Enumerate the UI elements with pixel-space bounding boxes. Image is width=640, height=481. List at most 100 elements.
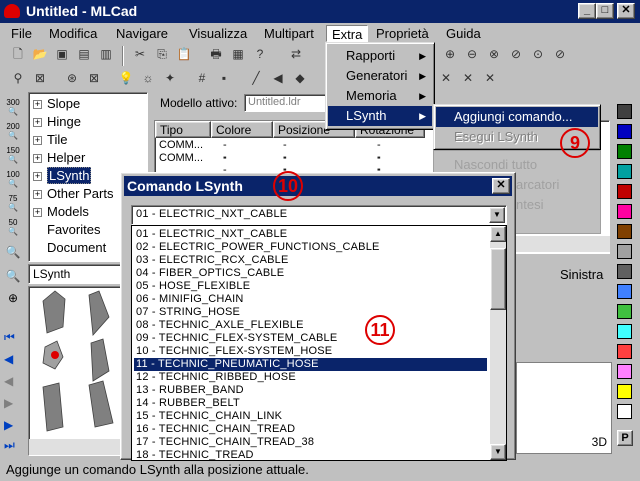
menu-item-aggiungi-comando[interactable]: Aggiungi comando... bbox=[436, 107, 598, 127]
color-swatch[interactable] bbox=[617, 344, 632, 359]
menu-visualizza[interactable]: Visualizza bbox=[184, 25, 252, 42]
brick-icon[interactable]: ▪ bbox=[214, 68, 234, 88]
save-icon[interactable]: ▣ bbox=[52, 44, 72, 64]
delete-icon[interactable]: ⊠ bbox=[30, 68, 50, 88]
flip-icon[interactable]: ⊙ bbox=[528, 44, 548, 64]
expand-icon[interactable]: + bbox=[33, 208, 42, 218]
menu-item-lsynth[interactable]: LSynth ▶ bbox=[328, 106, 432, 126]
color-swatch[interactable] bbox=[617, 364, 632, 379]
expand-icon[interactable]: + bbox=[33, 136, 42, 146]
snap-z-icon[interactable]: ✕ bbox=[480, 68, 500, 88]
first-step-icon[interactable]: ⏮ bbox=[4, 330, 15, 345]
cable-option[interactable]: 07 - STRING_HOSE bbox=[134, 306, 487, 319]
zoom-out-icon[interactable]: 🔍 bbox=[3, 270, 23, 292]
menu-item-memoria[interactable]: Memoria ▶ bbox=[328, 86, 432, 106]
scroll-up-icon[interactable]: ▲ bbox=[490, 226, 506, 242]
next-disabled-icon[interactable]: ▶ bbox=[4, 396, 13, 410]
copy-icon[interactable]: ⎘ bbox=[152, 44, 172, 64]
scroll-down-icon[interactable]: ▼ bbox=[490, 444, 506, 460]
viewport-3d[interactable]: 3D bbox=[516, 362, 612, 454]
tree-item-hinge[interactable]: + Hinge bbox=[33, 114, 81, 129]
zoom-150-button[interactable]: 150 🔍 bbox=[3, 146, 23, 166]
show-icon[interactable]: ⊠ bbox=[84, 68, 104, 88]
menu-item-generatori[interactable]: Generatori ▶ bbox=[328, 66, 432, 86]
mirror-icon[interactable]: ⊘ bbox=[506, 44, 526, 64]
magic-icon[interactable]: ✦ bbox=[160, 68, 180, 88]
close-button[interactable]: ✕ bbox=[617, 3, 635, 19]
menu-proprieta[interactable]: Proprietà bbox=[371, 25, 434, 42]
cable-option[interactable]: 10 - TECHNIC_FLEX-SYSTEM_HOSE bbox=[134, 345, 487, 358]
color-swatch[interactable] bbox=[617, 244, 632, 259]
color-swatch[interactable] bbox=[617, 404, 632, 419]
color-swatch[interactable] bbox=[617, 104, 632, 119]
expand-icon[interactable]: + bbox=[33, 190, 42, 200]
minimize-button[interactable]: _ bbox=[578, 3, 596, 19]
cable-option[interactable]: 14 - RUBBER_BELT bbox=[134, 397, 487, 410]
preview-horizontal-scrollbar[interactable] bbox=[29, 439, 123, 455]
menu-modifica[interactable]: Modifica bbox=[44, 25, 102, 42]
menu-multipart[interactable]: Multipart bbox=[259, 25, 319, 42]
zoom-200-button[interactable]: 200 🔍 bbox=[3, 122, 23, 142]
snap-y-icon[interactable]: ✕ bbox=[458, 68, 478, 88]
menu-item-rapporti[interactable]: Rapporti ▶ bbox=[328, 46, 432, 66]
cable-option[interactable]: 01 - ELECTRIC_NXT_CABLE bbox=[134, 228, 487, 241]
cable-type-combo[interactable]: 01 - ELECTRIC_NXT_CABLE ▼ bbox=[131, 205, 507, 225]
cable-option[interactable]: 12 - TECHNIC_RIBBED_HOSE bbox=[134, 371, 487, 384]
rotate-x-icon[interactable]: ⊕ bbox=[440, 44, 460, 64]
quad-icon[interactable]: ◆ bbox=[290, 68, 310, 88]
maximize-button[interactable]: □ bbox=[596, 3, 614, 19]
save-all-icon[interactable]: ▥ bbox=[96, 44, 116, 64]
expand-icon[interactable]: + bbox=[33, 100, 42, 110]
color-swatch[interactable] bbox=[617, 224, 632, 239]
undo-icon[interactable]: ⇄ bbox=[286, 44, 306, 64]
cable-option[interactable]: 06 - MINIFIG_CHAIN bbox=[134, 293, 487, 306]
cut-icon[interactable]: ✂ bbox=[130, 44, 150, 64]
rotate-y-icon[interactable]: ⊖ bbox=[462, 44, 482, 64]
cable-option[interactable]: 17 - TECHNIC_CHAIN_TREAD_38 bbox=[134, 436, 487, 449]
parts-preview-panel[interactable] bbox=[28, 286, 126, 456]
preview-category-combo[interactable]: LSynth bbox=[28, 264, 126, 284]
line-icon[interactable]: ╱ bbox=[246, 68, 266, 88]
color-swatch[interactable] bbox=[617, 184, 632, 199]
expand-icon[interactable]: + bbox=[33, 118, 42, 128]
color-swatch[interactable] bbox=[617, 304, 632, 319]
tree-item-tile[interactable]: + Tile bbox=[33, 132, 67, 147]
cable-option[interactable]: 02 - ELECTRIC_POWER_FUNCTIONS_CABLE bbox=[134, 241, 487, 254]
chevron-down-icon[interactable]: ▼ bbox=[489, 207, 505, 223]
save-as-icon[interactable]: ▤ bbox=[74, 44, 94, 64]
tree-item-other-parts[interactable]: + Other Parts bbox=[33, 186, 113, 201]
palette-more-button[interactable]: P bbox=[617, 430, 633, 446]
zoom-100-button[interactable]: 100 🔍 bbox=[3, 170, 23, 190]
model-horizontal-scrollbar[interactable] bbox=[516, 236, 610, 252]
active-model-field[interactable]: Untitled.ldr bbox=[244, 94, 332, 112]
column-header-tipo[interactable]: Tipo bbox=[155, 121, 211, 138]
menu-extra[interactable]: Extra bbox=[326, 25, 369, 42]
cable-option[interactable]: 08 - TECHNIC_AXLE_FLEXIBLE bbox=[134, 319, 487, 332]
tree-item-lsynth[interactable]: + LSynth bbox=[33, 167, 92, 184]
tree-item-helper[interactable]: + Helper bbox=[33, 150, 85, 165]
next-step-icon[interactable]: ▶ bbox=[4, 418, 13, 432]
tree-item-document[interactable]: Document bbox=[47, 240, 106, 255]
paste-icon[interactable]: 📋 bbox=[174, 44, 194, 64]
menu-file[interactable]: File bbox=[6, 25, 37, 42]
mlcad-app-icon[interactable] bbox=[4, 4, 20, 18]
color-swatch[interactable] bbox=[617, 264, 632, 279]
dialog-close-button[interactable]: ✕ bbox=[492, 178, 510, 194]
prev-disabled-icon[interactable]: ◀ bbox=[4, 374, 13, 388]
cable-option[interactable]: 03 - ELECTRIC_RCX_CABLE bbox=[134, 254, 487, 267]
tree-item-models[interactable]: + Models bbox=[33, 204, 89, 219]
cable-option[interactable]: 13 - RUBBER_BAND bbox=[134, 384, 487, 397]
expand-icon[interactable]: + bbox=[33, 172, 42, 182]
zoom-fit-icon[interactable]: ⊕ bbox=[3, 292, 23, 314]
preview-icon[interactable]: ▦ bbox=[228, 44, 248, 64]
cable-option[interactable]: 09 - TECHNIC_FLEX-SYSTEM_CABLE bbox=[134, 332, 487, 345]
menu-guida[interactable]: Guida bbox=[441, 25, 486, 42]
last-step-icon[interactable]: ⏭ bbox=[4, 438, 15, 453]
print-icon[interactable]: 🖶 bbox=[206, 44, 226, 64]
list-vertical-scrollbar[interactable]: ▲ ▼ bbox=[490, 226, 506, 460]
cable-option[interactable]: 11 - TECHNIC_PNEUMATIC_HOSE bbox=[134, 358, 487, 371]
person-icon[interactable]: ⚲ bbox=[8, 68, 28, 88]
tree-item-favorites[interactable]: Favorites bbox=[47, 222, 100, 237]
light-off-icon[interactable]: ☼ bbox=[138, 68, 158, 88]
color-swatch[interactable] bbox=[617, 144, 632, 159]
